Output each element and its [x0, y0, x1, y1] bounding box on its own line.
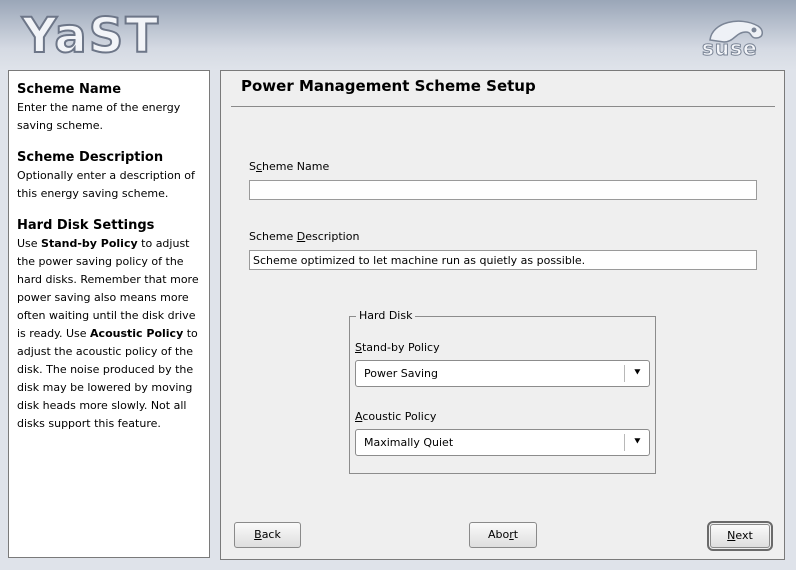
main-panel: Power Management Scheme Setup Scheme Nam…: [220, 70, 785, 560]
help-text-scheme-description: Optionally enter a description of this e…: [17, 169, 195, 200]
hard-disk-group-title: Hard Disk: [356, 309, 416, 322]
scheme-name-input[interactable]: [249, 180, 757, 200]
yast-logo: YaST: [21, 7, 161, 65]
help-heading-hard-disk: Hard Disk Settings: [17, 218, 155, 233]
abort-button[interactable]: Abort: [469, 522, 537, 548]
scheme-description-input[interactable]: [249, 250, 757, 270]
standby-policy-value: Power Saving: [364, 367, 438, 380]
suse-logo: suse: [702, 36, 758, 61]
header-banner: YaST suse: [0, 0, 796, 70]
scheme-description-label: Scheme Description: [249, 230, 360, 243]
help-heading-scheme-description: Scheme Description: [17, 150, 164, 165]
next-button[interactable]: Next: [707, 521, 773, 551]
help-panel: Scheme Name Enter the name of the energy…: [8, 70, 210, 558]
acoustic-policy-select[interactable]: Maximally Quiet ⯆: [355, 429, 650, 456]
acoustic-policy-value: Maximally Quiet: [364, 436, 454, 449]
dropdown-arrow-icon[interactable]: ⯆: [624, 434, 645, 451]
page-title: Power Management Scheme Setup: [241, 77, 536, 95]
title-divider: [231, 106, 775, 107]
help-text-scheme-name: Enter the name of the energy saving sche…: [17, 101, 181, 132]
scheme-name-label: Scheme Name: [249, 160, 330, 173]
dropdown-arrow-icon[interactable]: ⯆: [624, 365, 645, 382]
acoustic-policy-label: Acoustic Policy: [355, 410, 437, 423]
help-text-hard-disk: Use Stand-by Policy to adjust the power …: [17, 237, 199, 430]
standby-policy-select[interactable]: Power Saving ⯆: [355, 360, 650, 387]
help-heading-scheme-name: Scheme Name: [17, 82, 122, 97]
back-button[interactable]: Back: [234, 522, 301, 548]
standby-policy-label: Stand-by Policy: [355, 341, 440, 354]
hard-disk-group: Hard Disk Stand-by Policy Power Saving ⯆…: [349, 309, 656, 474]
